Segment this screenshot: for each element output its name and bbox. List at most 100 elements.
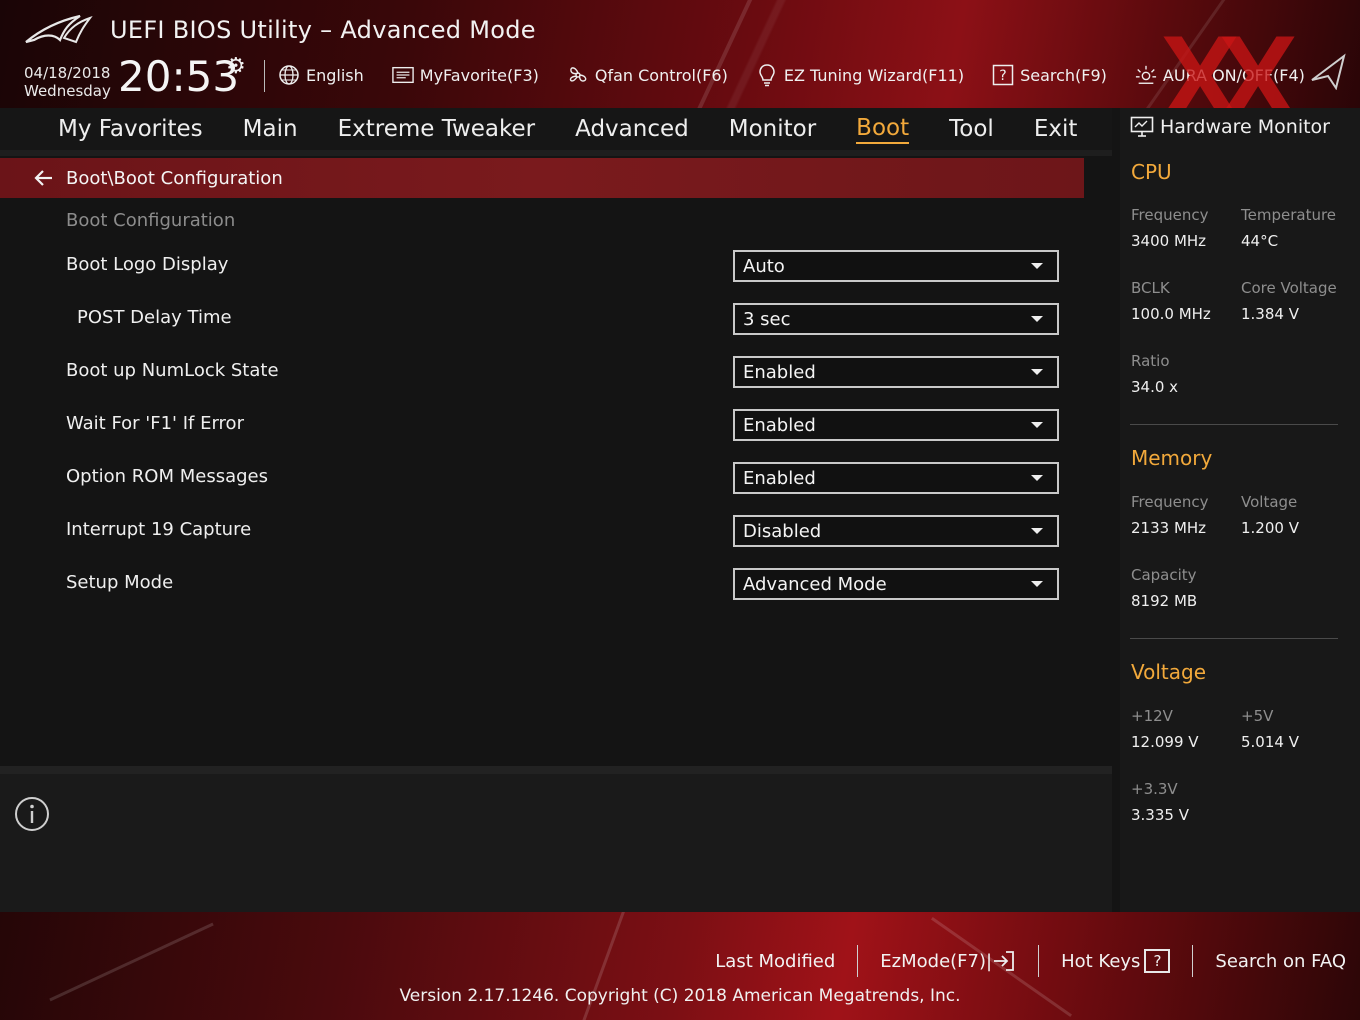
app-title: UEFI BIOS Utility – Advanced Mode — [110, 16, 536, 44]
setting-label: Option ROM Messages — [66, 466, 268, 487]
settings-panel: Boot\Boot Configuration Boot Configurati… — [0, 156, 1112, 766]
exit-arrow-icon — [994, 951, 1014, 971]
ezmode-button[interactable]: EzMode(F7)| — [858, 950, 1038, 972]
chevron-down-icon — [1031, 422, 1043, 428]
help-key-icon: ? — [1144, 949, 1171, 973]
main-menu-tabs: My Favorites Main Extreme Tweaker Advanc… — [0, 108, 1112, 150]
setting-label: Wait For 'F1' If Error — [66, 413, 244, 434]
setting-label: Boot Logo Display — [66, 254, 229, 275]
voltage-12v-label: +12V — [1131, 707, 1173, 725]
voltage-5v-label: +5V — [1241, 707, 1274, 725]
tab-main[interactable]: Main — [243, 116, 298, 142]
cpu-frequency-label: Frequency — [1131, 206, 1209, 224]
aura-light-icon — [1135, 64, 1157, 86]
chevron-down-icon — [1031, 528, 1043, 534]
tab-boot[interactable]: Boot — [856, 115, 910, 144]
setting-label: POST Delay Time — [77, 307, 232, 328]
myfavorite-button[interactable]: MyFavorite(F3) — [392, 64, 539, 86]
setting-row-option-rom-messages: Option ROM Messages Enabled — [0, 460, 1112, 500]
cpu-core-voltage-label: Core Voltage — [1241, 279, 1337, 297]
footer-bar: Last Modified EzMode(F7)| Hot Keys ? Sea… — [0, 912, 1360, 1020]
header-divider — [264, 60, 265, 92]
cpu-heading: CPU — [1131, 160, 1172, 184]
cpu-ratio-value: 34.0 x — [1131, 378, 1179, 396]
chevron-down-icon — [1031, 369, 1043, 375]
option-rom-messages-select[interactable]: Enabled — [733, 462, 1059, 494]
last-modified-label: Last Modified — [715, 950, 836, 972]
hardware-monitor-panel: Hardware Monitor CPU Frequency Temperatu… — [1120, 108, 1360, 912]
watermark-logo: XX — [1160, 11, 1298, 108]
tab-monitor[interactable]: Monitor — [729, 116, 816, 142]
setting-row-setup-mode: Setup Mode Advanced Mode — [0, 566, 1112, 606]
clock-time[interactable]: 20:53 — [118, 52, 239, 101]
cpu-temperature-value: 44°C — [1241, 232, 1279, 250]
info-divider — [0, 766, 1112, 774]
memory-heading: Memory — [1131, 446, 1213, 470]
date-display: 04/18/2018 Wednesday — [24, 64, 111, 100]
cpu-frequency-value: 3400 MHz — [1131, 232, 1207, 250]
hardware-monitor-title: Hardware Monitor — [1160, 116, 1330, 138]
cpu-bclk-label: BCLK — [1131, 279, 1170, 297]
wait-for-f1-select[interactable]: Enabled — [733, 409, 1059, 441]
back-arrow-icon[interactable] — [32, 166, 56, 190]
tab-extreme-tweaker[interactable]: Extreme Tweaker — [338, 116, 536, 142]
select-value: 3 sec — [743, 308, 791, 330]
numlock-state-select[interactable]: Enabled — [733, 356, 1059, 388]
voltage-3v3-label: +3.3V — [1131, 780, 1178, 798]
myfavorite-label: MyFavorite(F3) — [419, 65, 539, 85]
memory-frequency-label: Frequency — [1131, 493, 1209, 511]
ez-tuning-wizard-button[interactable]: EZ Tuning Wizard(F11) — [756, 64, 964, 87]
section-heading: Boot Configuration — [66, 210, 236, 231]
cpu-bclk-value: 100.0 MHz — [1131, 305, 1211, 323]
hot-keys-label: Hot Keys — [1061, 950, 1141, 972]
memory-voltage-label: Voltage — [1241, 493, 1298, 511]
info-icon — [15, 797, 49, 831]
select-value: Disabled — [743, 520, 822, 542]
setting-row-wait-for-f1: Wait For 'F1' If Error Enabled — [0, 407, 1112, 447]
last-modified-button[interactable]: Last Modified — [693, 951, 857, 972]
help-box-icon: ? — [992, 64, 1014, 86]
hot-keys-button[interactable]: Hot Keys ? — [1039, 949, 1192, 973]
tab-advanced[interactable]: Advanced — [575, 116, 689, 142]
voltage-5v-value: 5.014 V — [1241, 733, 1299, 751]
header-bar: UEFI BIOS Utility – Advanced Mode 04/18/… — [0, 0, 1360, 108]
select-value: Auto — [743, 255, 785, 277]
chevron-down-icon — [1031, 263, 1043, 269]
pointer-cursor-icon — [1311, 53, 1346, 90]
qfan-control-button[interactable]: Qfan Control(F6) — [567, 64, 728, 86]
monitor-icon — [1130, 116, 1154, 137]
search-faq-button[interactable]: Search on FAQ — [1193, 951, 1346, 972]
select-value: Enabled — [743, 467, 816, 489]
select-value: Enabled — [743, 361, 816, 383]
breadcrumb-path: Boot\Boot Configuration — [66, 167, 283, 189]
header-decor-streak — [690, 0, 754, 108]
version-text: Version 2.17.1246. Copyright (C) 2018 Am… — [399, 986, 961, 1006]
search-faq-label: Search on FAQ — [1215, 950, 1346, 972]
memory-voltage-value: 1.200 V — [1241, 519, 1299, 537]
setup-mode-select[interactable]: Advanced Mode — [733, 568, 1059, 600]
setting-label: Boot up NumLock State — [66, 360, 279, 381]
hw-divider — [1130, 638, 1338, 639]
hardware-monitor-header: Hardware Monitor — [1130, 112, 1330, 142]
language-label: English — [306, 65, 364, 85]
post-delay-time-select[interactable]: 3 sec — [733, 303, 1059, 335]
boot-logo-display-select[interactable]: Auto — [733, 250, 1059, 282]
footer-actions: Last Modified EzMode(F7)| Hot Keys ? Sea… — [693, 945, 1346, 977]
tab-tool[interactable]: Tool — [949, 116, 994, 142]
memory-frequency-value: 2133 MHz — [1131, 519, 1207, 537]
select-value: Advanced Mode — [743, 573, 887, 595]
search-button[interactable]: ? Search(F9) — [992, 64, 1107, 86]
breadcrumb: Boot\Boot Configuration — [0, 158, 1084, 198]
fan-icon — [567, 64, 589, 86]
interrupt-19-capture-select[interactable]: Disabled — [733, 515, 1059, 547]
select-value: Enabled — [743, 414, 816, 436]
cpu-temperature-label: Temperature — [1241, 206, 1337, 224]
tab-my-favorites[interactable]: My Favorites — [58, 116, 203, 142]
cpu-core-voltage-value: 1.384 V — [1241, 305, 1299, 323]
setting-row-interrupt-19-capture: Interrupt 19 Capture Disabled — [0, 513, 1112, 553]
tab-exit[interactable]: Exit — [1034, 116, 1078, 142]
chevron-down-icon — [1031, 316, 1043, 322]
memory-capacity-label: Capacity — [1131, 566, 1197, 584]
language-button[interactable]: English — [278, 64, 364, 86]
gear-icon[interactable]: ⚙ — [226, 54, 246, 79]
